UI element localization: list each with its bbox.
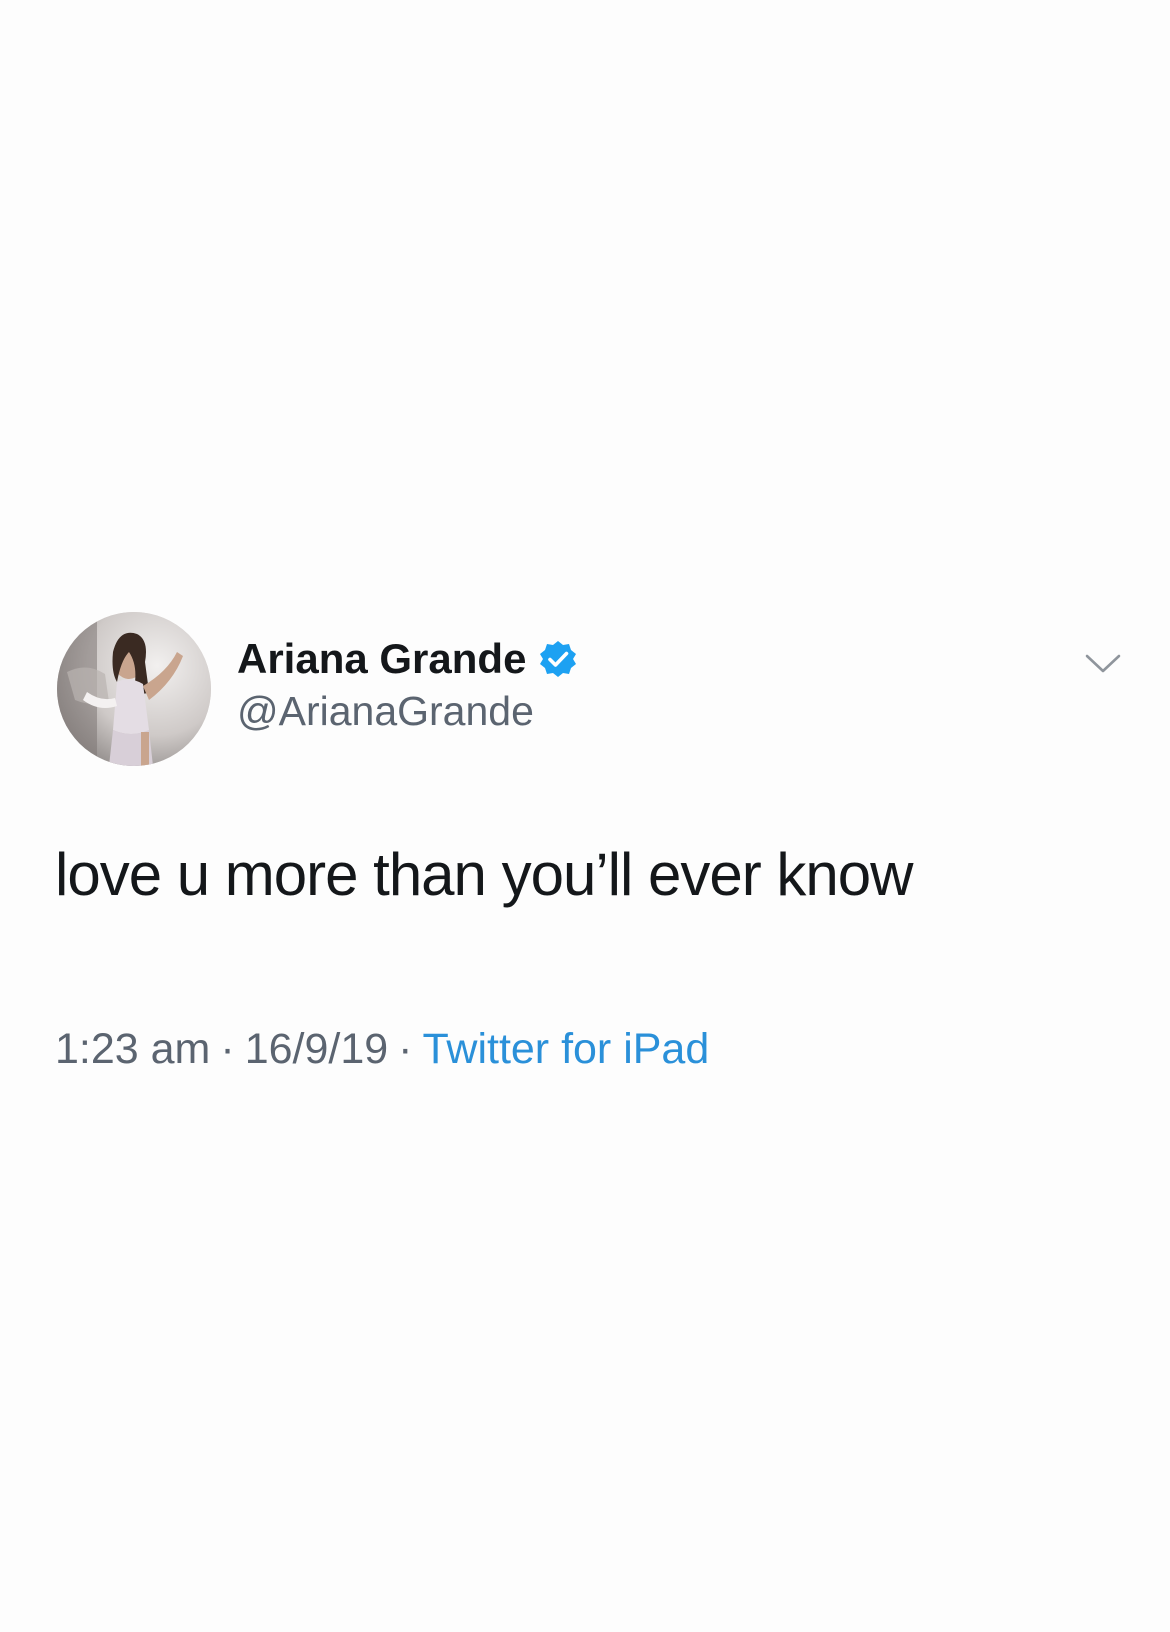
chevron-down-icon[interactable]: [1083, 650, 1123, 678]
tweet-text: love u more than you’ll ever know: [55, 841, 913, 908]
tweet-source-link[interactable]: Twitter for iPad: [423, 1025, 710, 1073]
verified-badge-icon: [538, 639, 578, 679]
author-name-row[interactable]: Ariana Grande: [237, 630, 578, 688]
tweet-meta: 1:23 am · 16/9/19 · Twitter for iPad: [55, 1025, 709, 1074]
avatar-photo: [57, 612, 211, 766]
tweet-card: Ariana Grande @ArianaGrande love u more …: [0, 0, 1170, 1632]
meta-separator: ·: [220, 1025, 235, 1073]
avatar[interactable]: [57, 612, 211, 766]
author-handle[interactable]: @ArianaGrande: [237, 688, 534, 735]
author-display-name[interactable]: Ariana Grande: [237, 635, 526, 683]
meta-separator: ·: [398, 1025, 413, 1073]
tweet-date[interactable]: 16/9/19: [245, 1025, 388, 1073]
tweet-time[interactable]: 1:23 am: [55, 1025, 210, 1073]
